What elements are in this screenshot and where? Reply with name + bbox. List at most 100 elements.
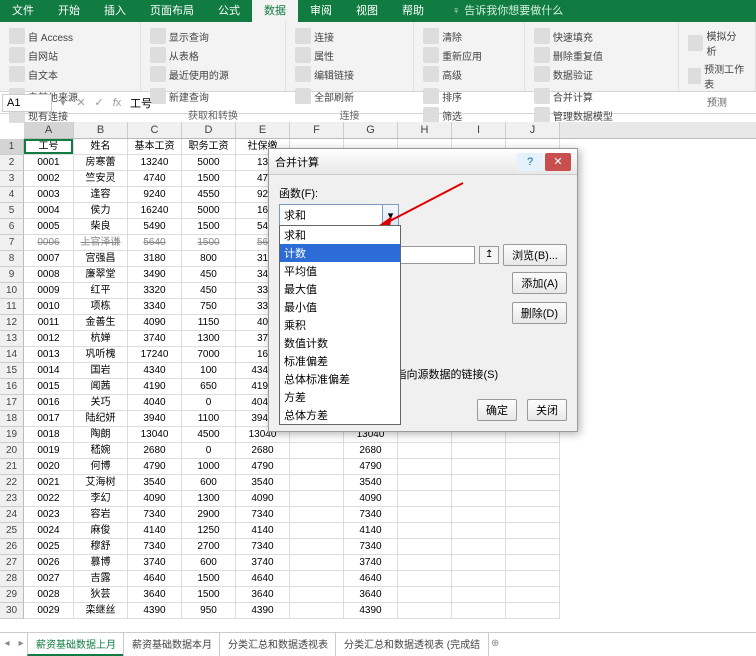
cell[interactable]: 0022 — [24, 491, 74, 507]
cell[interactable]: 0015 — [24, 379, 74, 395]
row-header[interactable]: 20 — [0, 443, 24, 459]
cell[interactable]: 3490 — [128, 267, 182, 283]
cell[interactable]: 栾继丝 — [74, 603, 128, 619]
cell[interactable]: 何博 — [74, 459, 128, 475]
row-header[interactable]: 6 — [0, 219, 24, 235]
cell[interactable]: 上官泽谦 — [74, 235, 128, 251]
cell[interactable]: 0028 — [24, 587, 74, 603]
cell[interactable]: 650 — [182, 379, 236, 395]
dropdown-item[interactable]: 最小值 — [280, 298, 400, 316]
cell[interactable] — [452, 507, 506, 523]
cell[interactable]: 1500 — [182, 587, 236, 603]
dropdown-item[interactable]: 标准偏差 — [280, 352, 400, 370]
cell[interactable]: 麻俊 — [74, 523, 128, 539]
cell[interactable]: 1500 — [182, 171, 236, 187]
row-header[interactable]: 26 — [0, 539, 24, 555]
cell[interactable]: 陶朗 — [74, 427, 128, 443]
dropdown-item[interactable]: 平均值 — [280, 262, 400, 280]
cell[interactable]: 0018 — [24, 427, 74, 443]
name-box[interactable] — [2, 94, 52, 112]
cell[interactable]: 0014 — [24, 363, 74, 379]
cell[interactable]: 2680 — [128, 443, 182, 459]
delete-button[interactable]: 删除(D) — [512, 302, 567, 324]
cell[interactable] — [398, 507, 452, 523]
cell[interactable] — [452, 555, 506, 571]
cell[interactable]: 4090 — [128, 491, 182, 507]
cell[interactable]: 3340 — [128, 299, 182, 315]
cell[interactable] — [290, 587, 344, 603]
formula-input[interactable]: 工号 — [126, 93, 756, 113]
cell[interactable] — [290, 539, 344, 555]
sheet-tab[interactable]: 薪资基础数据上月 — [27, 632, 125, 656]
cell[interactable]: 4140 — [344, 523, 398, 539]
col-header[interactable]: A — [24, 122, 74, 138]
cell[interactable]: 吉露 — [74, 571, 128, 587]
cell[interactable]: 竺安灵 — [74, 171, 128, 187]
tab-帮助[interactable]: 帮助 — [390, 0, 436, 22]
cell[interactable]: 0024 — [24, 523, 74, 539]
cell[interactable]: 李幻 — [74, 491, 128, 507]
tab-插入[interactable]: 插入 — [92, 0, 138, 22]
cell[interactable] — [398, 555, 452, 571]
browse-button[interactable]: 浏览(B)... — [503, 244, 567, 266]
cell[interactable]: 2700 — [182, 539, 236, 555]
cell[interactable] — [398, 571, 452, 587]
cell[interactable] — [506, 507, 560, 523]
cell[interactable] — [506, 555, 560, 571]
row-header[interactable]: 29 — [0, 587, 24, 603]
cell[interactable]: 13040 — [128, 427, 182, 443]
tab-数据[interactable]: 数据 — [252, 0, 298, 22]
cell[interactable]: 0020 — [24, 459, 74, 475]
cell[interactable]: 0019 — [24, 443, 74, 459]
ribbon-cmd[interactable]: 高级 — [420, 65, 485, 83]
cell[interactable]: 3740 — [128, 555, 182, 571]
cell[interactable]: 3740 — [344, 555, 398, 571]
tell-me-search[interactable]: 告诉我你想要做什么 — [440, 0, 575, 22]
cell[interactable]: 3640 — [236, 587, 290, 603]
row-header[interactable]: 4 — [0, 187, 24, 203]
tab-视图[interactable]: 视图 — [344, 0, 390, 22]
cell[interactable]: 7340 — [236, 539, 290, 555]
ribbon-cmd[interactable]: 自 Access — [6, 27, 76, 45]
row-header[interactable]: 2 — [0, 155, 24, 171]
dropdown-item[interactable]: 乘积 — [280, 316, 400, 334]
row-header[interactable]: 13 — [0, 331, 24, 347]
cell[interactable] — [290, 475, 344, 491]
cell[interactable]: 4140 — [128, 523, 182, 539]
cell[interactable]: 0004 — [24, 203, 74, 219]
cell[interactable]: 3940 — [128, 411, 182, 427]
cell[interactable]: 1250 — [182, 523, 236, 539]
cell[interactable]: 杭婵 — [74, 331, 128, 347]
cell[interactable] — [506, 443, 560, 459]
cell[interactable] — [290, 571, 344, 587]
cell[interactable] — [506, 523, 560, 539]
cell[interactable] — [398, 603, 452, 619]
cell[interactable] — [452, 443, 506, 459]
ribbon-cmd[interactable]: 自网站 — [6, 46, 76, 64]
cell[interactable]: 4390 — [128, 603, 182, 619]
cell[interactable]: 4640 — [344, 571, 398, 587]
dropdown-item[interactable]: 求和 — [280, 226, 400, 244]
cell[interactable]: 柴良 — [74, 219, 128, 235]
tab-页面布局[interactable]: 页面布局 — [138, 0, 206, 22]
cell[interactable]: 职务工资 — [182, 139, 236, 155]
cell[interactable]: 17240 — [128, 347, 182, 363]
cell[interactable]: 侯力 — [74, 203, 128, 219]
cell[interactable]: 2680 — [344, 443, 398, 459]
cell[interactable]: 艾海树 — [74, 475, 128, 491]
cell[interactable]: 巩听槐 — [74, 347, 128, 363]
cell[interactable]: 闻茜 — [74, 379, 128, 395]
col-header[interactable]: D — [182, 122, 236, 138]
cell[interactable]: 0021 — [24, 475, 74, 491]
row-header[interactable]: 19 — [0, 427, 24, 443]
cell[interactable] — [506, 603, 560, 619]
cell[interactable]: 0016 — [24, 395, 74, 411]
dropdown-item[interactable]: 最大值 — [280, 280, 400, 298]
cell[interactable]: 5640 — [128, 235, 182, 251]
tab-公式[interactable]: 公式 — [206, 0, 252, 22]
row-header[interactable]: 27 — [0, 555, 24, 571]
cell[interactable]: 4640 — [128, 571, 182, 587]
cell[interactable]: 4040 — [128, 395, 182, 411]
row-header[interactable]: 30 — [0, 603, 24, 619]
row-header[interactable]: 1 — [0, 139, 24, 155]
